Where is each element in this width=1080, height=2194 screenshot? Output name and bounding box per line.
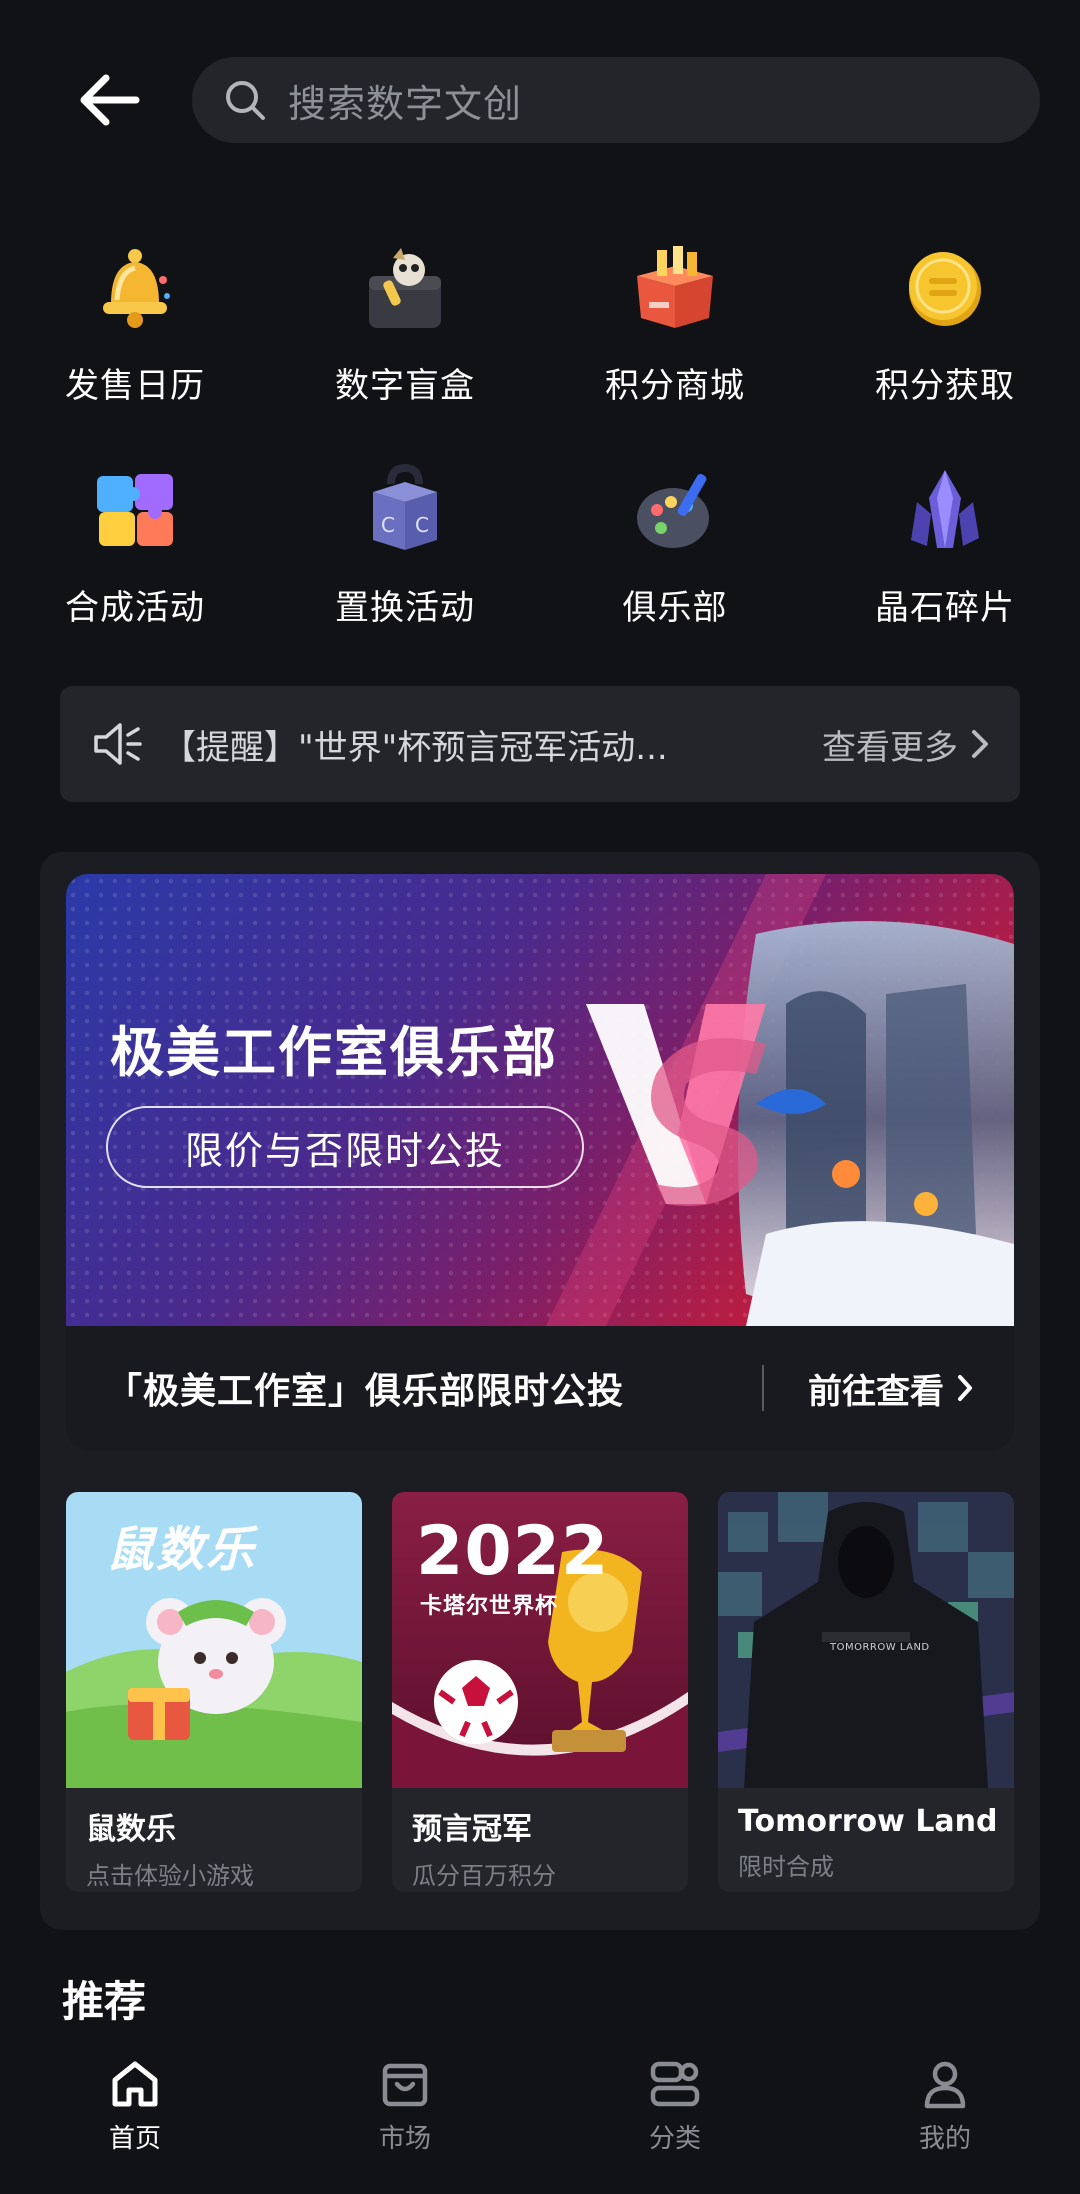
entry-get-points[interactable]: 积分获取 [810, 230, 1080, 452]
gift-box-icon [637, 246, 713, 328]
banner-footer: 「极美工作室」俱乐部限时公投 前往查看 [66, 1326, 1014, 1450]
bag-icon [382, 2063, 428, 2107]
go-view-button[interactable]: 前往查看 [808, 1364, 974, 1413]
tab-category[interactable]: 分类 [540, 2040, 810, 2194]
entry-crystal-fragments[interactable]: 晶石碎片 [810, 452, 1080, 674]
notice-bar[interactable]: 【提醒】"世界"杯预言冠军活动... 查看更多 [60, 686, 1020, 802]
svg-text:C: C [381, 513, 395, 537]
featured-banner[interactable]: 极美工作室俱乐部 限价与否限时公投 [66, 874, 1014, 1326]
entry-label: 数字盲盒 [335, 366, 475, 406]
tab-home[interactable]: 首页 [0, 2040, 270, 2194]
banner-title: 极美工作室俱乐部 [110, 1021, 558, 1084]
entry-exchange[interactable]: C C 置换活动 [270, 452, 540, 674]
card-name: 鼠数乐 [86, 1812, 176, 1847]
card-name: Tomorrow Land [738, 1804, 998, 1839]
entry-label: 俱乐部 [622, 588, 728, 628]
activity-card-mouse-game[interactable]: 鼠数乐 鼠数乐 点击体验小游戏 [66, 1492, 362, 1892]
notice-more-label: 查看更多 [822, 727, 958, 768]
bell-icon [103, 249, 170, 328]
card-thumbnail: TOMORROW LAND [718, 1492, 1014, 1788]
card-art-year: 2022 [416, 1512, 610, 1591]
section-title-recommend: 推荐 [62, 1977, 147, 2026]
card-art-title: TOMORROW LAND [830, 1642, 930, 1653]
entry-synthesis[interactable]: 合成活动 [0, 452, 270, 674]
card-art-title: 卡塔尔世界杯 [420, 1594, 559, 1619]
svg-text:C: C [415, 513, 429, 537]
user-icon [924, 2061, 966, 2109]
entry-label: 发售日历 [65, 366, 205, 406]
entry-sale-calendar[interactable]: 发售日历 [0, 230, 270, 452]
card-subtitle: 瓜分百万积分 [412, 1862, 556, 1890]
blind-box-icon [369, 248, 441, 328]
card-art-title: 鼠数乐 [106, 1522, 257, 1578]
entry-label: 晶石碎片 [875, 588, 1015, 628]
exchange-box-icon: C C [373, 463, 437, 550]
card-name: 预言冠军 [412, 1812, 532, 1847]
tab-label: 分类 [648, 2124, 701, 2154]
divider [762, 1365, 764, 1411]
featured-section: 极美工作室俱乐部 限价与否限时公投 「极美工作室」俱乐部限时公投 前往查看 鼠数… [40, 852, 1040, 1930]
tab-mine[interactable]: 我的 [810, 2040, 1080, 2194]
entry-blind-box[interactable]: 数字盲盒 [270, 230, 540, 452]
banner-artwork [66, 874, 1014, 1326]
arrow-left-icon [80, 74, 140, 126]
card-subtitle: 限时合成 [738, 1853, 834, 1881]
card-thumbnail: 2022 卡塔尔世界杯 [392, 1492, 688, 1788]
go-view-label: 前往查看 [808, 1371, 944, 1412]
banner-subtitle-pill: 限价与否限时公投 [106, 1106, 584, 1188]
crystal-icon [911, 470, 979, 548]
entry-label: 积分商城 [605, 366, 745, 406]
entry-label: 置换活动 [335, 588, 475, 628]
entry-label: 合成活动 [65, 588, 205, 628]
notice-more-link[interactable]: 查看更多 [822, 720, 990, 769]
activity-card-prediction[interactable]: 2022 卡塔尔世界杯 预言冠军 瓜分百万积分 [392, 1492, 688, 1892]
chevron-right-icon [958, 1375, 972, 1401]
tab-market[interactable]: 市场 [270, 2040, 540, 2194]
search-input[interactable]: 搜索数字文创 [192, 57, 1040, 143]
entry-club[interactable]: 俱乐部 [540, 452, 810, 674]
chevron-right-icon [972, 730, 988, 758]
puzzle-icon [97, 474, 173, 546]
speaker-icon [94, 723, 142, 765]
top-bar: 搜索数字文创 [0, 0, 1080, 200]
home-icon [112, 2061, 158, 2107]
search-icon [226, 81, 265, 120]
card-subtitle: 点击体验小游戏 [86, 1862, 254, 1890]
search-placeholder: 搜索数字文创 [288, 81, 523, 126]
coin-icon [909, 252, 981, 326]
category-icon [650, 2061, 700, 2107]
tab-label: 首页 [108, 2124, 161, 2154]
entry-points-mall[interactable]: 积分商城 [540, 230, 810, 452]
back-button[interactable] [70, 60, 150, 140]
activity-card-tomorrow-land[interactable]: TOMORROW LAND Tomorrow Land 限时合成 [718, 1492, 1014, 1892]
tab-label: 我的 [918, 2124, 971, 2154]
entry-grid: 发售日历 数字盲盒 积分商城 积分获取 合成活动 C C 置换活动 俱乐部 晶石… [0, 230, 1080, 674]
palette-icon [637, 474, 709, 548]
banner-caption: 「极美工作室」俱乐部限时公投 [106, 1371, 625, 1412]
activity-cards: 鼠数乐 鼠数乐 点击体验小游戏 2022 卡塔尔世界杯 预言冠军 瓜分百万积分 … [66, 1492, 1014, 1892]
notice-text: 【提醒】"世界"杯预言冠军活动... [162, 727, 668, 768]
tab-label: 市场 [378, 2124, 431, 2154]
card-thumbnail: 鼠数乐 [66, 1492, 362, 1788]
bottom-tab-bar: 首页 市场 分类 我的 [0, 2040, 1080, 2194]
entry-label: 积分获取 [875, 366, 1015, 406]
